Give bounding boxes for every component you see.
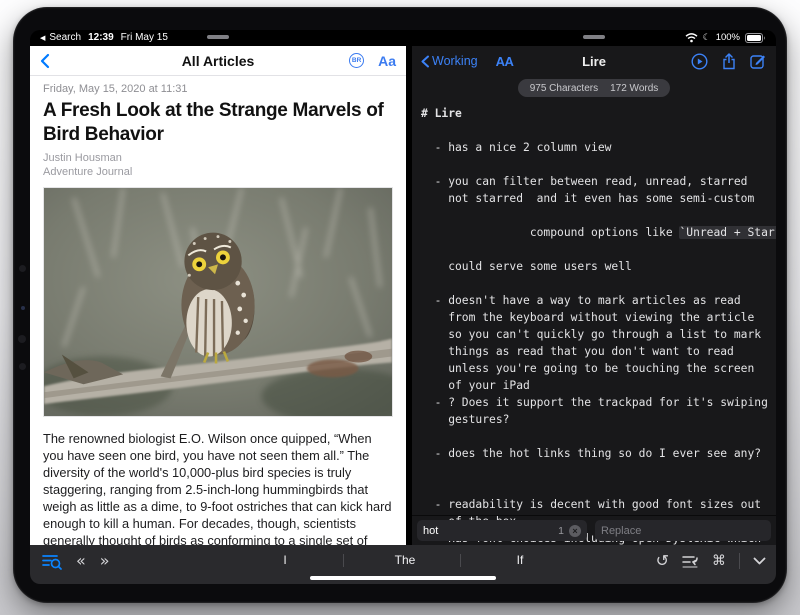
suggestion-divider [343,554,344,567]
replace-input[interactable]: Replace [595,520,771,541]
left-pane-drag-handle[interactable] [207,35,229,39]
editor-line[interactable]: gestures? [421,411,776,428]
clear-search-icon[interactable]: × [569,525,581,537]
dismiss-keyboard-chevron-icon[interactable] [753,557,766,565]
editor-line[interactable] [421,479,776,496]
next-match-icon[interactable]: » [100,553,110,569]
suggestion-3[interactable]: If [517,553,524,567]
article-author: Justin Housman [43,152,393,166]
editor-line[interactable] [421,275,776,292]
markdown-editor[interactable]: # Lire - has a nice 2 column view - you … [412,100,776,545]
replace-tool-icon[interactable] [682,554,699,569]
editor-line[interactable]: from the keyboard without viewing the ar… [421,309,776,326]
camera-dot [19,363,26,370]
editor-line[interactable]: # Lire [421,105,776,122]
editor-lines-a: # Lire - has a nice 2 column view - you … [421,105,776,207]
find-replace-bar: hot 1 × Replace [412,515,776,545]
editor-line[interactable]: - you can filter between read, unread, s… [421,173,776,190]
suggestion-divider [460,554,461,567]
editor-line[interactable] [421,156,776,173]
previous-match-icon[interactable]: « [76,553,86,569]
editor-line[interactable] [421,122,776,139]
right-pane-drag-handle[interactable] [583,35,605,39]
battery-percent: 100% [716,32,740,43]
status-date: Fri May 15 [121,32,168,43]
suggestion-2[interactable]: The [395,553,416,567]
preview-play-icon[interactable] [691,53,708,70]
replace-placeholder: Replace [601,525,641,537]
suggestion-1[interactable]: I [283,553,286,567]
word-count: 172 Words [610,83,658,94]
editor-line[interactable]: unless you're going to be touching the s… [421,360,776,377]
status-time: 12:39 [88,32,114,43]
undo-icon[interactable]: ↺ [656,553,669,569]
editor-line[interactable]: - has a nice 2 column view [421,139,776,156]
editor-line[interactable]: things as read that you don't want to re… [421,343,776,360]
article-source: Adventure Journal [43,166,393,180]
editor-line[interactable]: not starred and it even has some semi-cu… [421,190,776,207]
article-date: Friday, May 15, 2020 at 11:31 [43,83,393,95]
code-line-prefix: compound options like [503,226,680,239]
editor-line[interactable]: - does the hot links thing so do I ever … [421,445,776,462]
editor-line[interactable]: - readability is decent with good font s… [421,496,776,513]
reader-pane: All Articles BR Aa Friday, May 15, 2020 … [30,46,406,545]
character-count: 975 Characters [530,83,598,94]
home-indicator[interactable] [310,576,496,581]
camera-dot [19,265,26,272]
find-input[interactable]: hot 1 × [417,520,587,541]
editor-line-code[interactable]: compound options like `Unread + Starred`… [421,207,776,258]
editor-line[interactable] [421,462,776,479]
ipad-device-frame: ◀ Search 12:39 Fri May 15 ☾ 100% [13,7,787,603]
article-title: A Fresh Look at the Strange Marvels of B… [43,99,393,147]
back-to-app-icon[interactable]: ◀ [40,34,45,42]
editor-line[interactable]: of your iPad [421,377,776,394]
back-to-app-label[interactable]: Search [49,32,81,43]
inline-code: `Unread + Starred` [679,226,776,239]
find-in-document-icon[interactable] [42,553,62,570]
find-query: hot [423,525,438,537]
editor-line[interactable]: could serve some users well [421,258,776,275]
document-stats-row: 975 Characters 172 Words [412,76,776,100]
article-image-owl [43,187,393,417]
editor-lines-b: could serve some users well - doesn't ha… [421,258,776,545]
share-icon[interactable] [722,53,736,70]
moon-icon: ☾ [703,33,711,43]
compose-icon[interactable] [750,53,766,69]
article-body: The renowned biologist E.O. Wilson once … [43,430,393,545]
reader-nav-bar: All Articles BR Aa [30,46,406,76]
editor-line[interactable]: - ? Does it support the trackpad for it'… [421,394,776,411]
editor-line[interactable]: so you can't quickly go through a list t… [421,326,776,343]
match-count: 1 [558,525,564,537]
ipad-screen: ◀ Search 12:39 Fri May 15 ☾ 100% [30,30,776,584]
sensor-dot [21,306,25,310]
toolbar-divider [739,553,740,569]
status-bar: ◀ Search 12:39 Fri May 15 ☾ 100% [30,30,776,46]
editor-pane: Working AA Lire [412,46,776,545]
command-key-icon[interactable]: ⌘ [712,553,726,569]
editor-line[interactable] [421,428,776,445]
battery-icon [745,33,766,43]
text-size-button[interactable]: Aa [378,53,396,69]
editor-nav-bar: Working AA Lire [412,46,776,76]
photo-backdrop: ◀ Search 12:39 Fri May 15 ☾ 100% [0,0,800,615]
camera-dot [18,335,26,343]
wifi-icon [685,33,698,43]
bionic-reading-icon[interactable]: BR [349,53,364,68]
document-stats-pill: 975 Characters 172 Words [518,79,671,97]
article-view: Friday, May 15, 2020 at 11:31 A Fresh Lo… [30,76,406,545]
editor-line[interactable]: - doesn't have a way to mark articles as… [421,292,776,309]
